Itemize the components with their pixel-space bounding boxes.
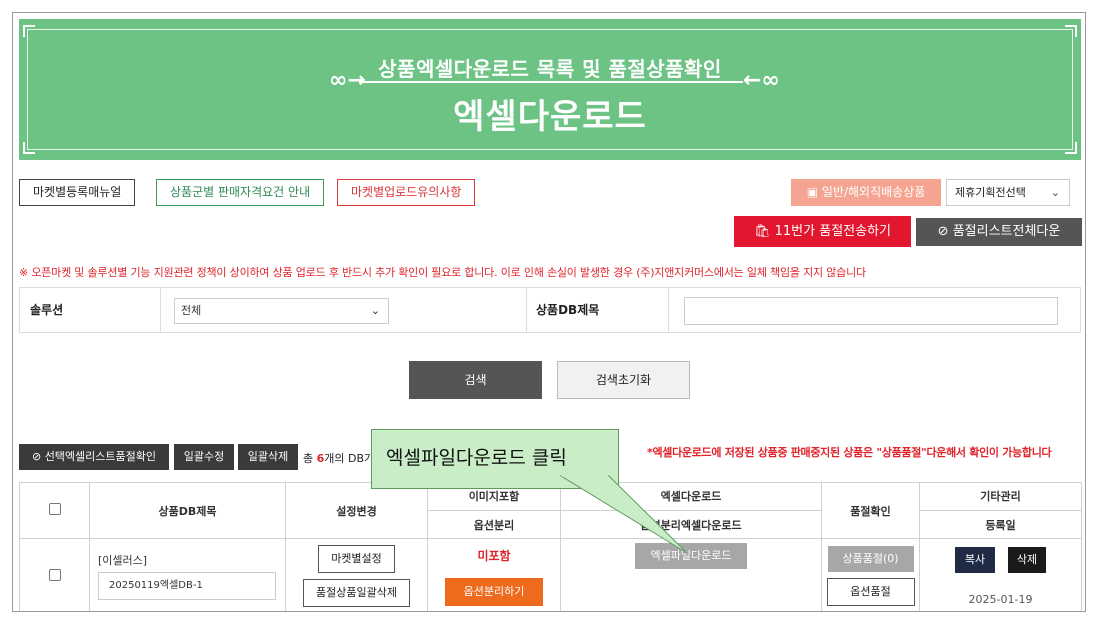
db-brand: [이셀러스] — [98, 554, 148, 568]
etc-cell: 복사 삭제 2025-01-19 — [919, 538, 1082, 611]
market-manual-button[interactable]: 마켓별등록매뉴얼 — [19, 179, 136, 206]
soldout-check-header: 품절확인 — [821, 481, 920, 540]
db-title-cell: [이셀러스] 20250119엑셀DB-1 — [89, 538, 286, 611]
partner-select-value: 제휴기획전선택 — [955, 186, 1026, 199]
option-split-button[interactable]: 옵션분리하기 — [445, 577, 543, 606]
corner-ornament — [23, 25, 35, 37]
partner-select[interactable]: 제휴기획전선택 ⌄ — [946, 179, 1070, 206]
soldout-note: *엑셀다운로드에 저장된 상품중 판매중지된 상품은 "상품품절"다운해서 확인… — [647, 446, 1052, 459]
soldout-check-cell: 상품품절(0) 옵션품절 — [821, 538, 920, 611]
image-status: 미포함 — [477, 548, 511, 563]
chevron-down-icon: ⌄ — [370, 304, 380, 317]
soldout-list-all-label: 품절리스트전체다운 — [952, 224, 1061, 239]
select-all-checkbox[interactable] — [48, 503, 61, 516]
solution-select-value: 전체 — [181, 304, 202, 317]
bulk-delete-button[interactable]: 일괄삭제 — [238, 444, 298, 470]
page-frame: 상품엑셀다운로드 목록 및 품절상품확인 ∞→ ←∞ 엑셀다운로드 마켓별등록매… — [12, 12, 1086, 612]
search-form: 솔루션 전체 ⌄ 상품DB제목 — [19, 287, 1081, 333]
settings-cell: 마켓별설정 품절상품일괄삭제 — [285, 538, 428, 611]
db-title-header: 상품DB제목 — [89, 481, 286, 540]
list-icon: ▣ — [806, 185, 822, 199]
db-title-input[interactable] — [684, 297, 1058, 325]
delete-button[interactable]: 삭제 — [1008, 546, 1046, 573]
option-split-header: 옵션분리 — [427, 509, 561, 540]
policy-notice: ※ 오픈마켓 및 솔루션별 기능 지원관련 정책이 상이하여 상품 업로드 후 … — [19, 266, 866, 279]
count-prefix: 총 — [303, 452, 317, 465]
general-overseas-label: 일반/해외직배송상품 — [821, 185, 926, 199]
reg-date: 2025-01-19 — [968, 592, 1033, 606]
market-setting-button[interactable]: 마켓별설정 — [318, 545, 395, 574]
corner-ornament — [1065, 25, 1077, 37]
header-banner: 상품엑셀다운로드 목록 및 품절상품확인 ∞→ ←∞ 엑셀다운로드 — [19, 19, 1081, 160]
db-name-input[interactable]: 20250119엑셀DB-1 — [98, 572, 276, 601]
image-option-cell: 미포함 옵션분리하기 — [427, 538, 561, 611]
row-select-cell — [19, 538, 90, 611]
instruction-callout: 엑셀파일다운로드 클릭 — [371, 429, 619, 489]
general-overseas-button[interactable]: ▣ 일반/해외직배송상품 — [791, 179, 941, 206]
excel-download-cell: 엑셀파일다운로드 — [560, 538, 822, 611]
send-11st-soldout-button[interactable]: 🛍 11번가 품절전송하기 — [734, 216, 911, 247]
select-all-cell — [19, 481, 90, 540]
corner-ornament — [23, 142, 35, 154]
bag-icon: 🛍 — [754, 224, 775, 239]
solution-label: 솔루션 — [20, 288, 160, 332]
solution-select[interactable]: 전체 ⌄ — [174, 298, 389, 324]
corner-ornament — [1065, 142, 1077, 154]
option-split-excel-header: 옵션분리엑셀다운로드 — [560, 509, 822, 540]
upload-notice-button[interactable]: 마켓별업로드유의사항 — [337, 179, 476, 206]
divider — [160, 288, 161, 332]
row-checkbox[interactable] — [48, 568, 61, 581]
bulk-edit-button[interactable]: 일괄수정 — [174, 444, 234, 470]
soldout-list-all-button[interactable]: ⊘ 품절리스트전체다운 — [916, 218, 1082, 246]
excel-file-download-button[interactable]: 엑셀파일다운로드 — [635, 543, 747, 570]
divider — [668, 288, 669, 332]
copy-button[interactable]: 복사 — [955, 546, 995, 573]
table-row: [이셀러스] 20250119엑셀DB-1 마켓별설정 품절상품일괄삭제 미포함… — [19, 538, 1082, 611]
check-circle-icon: ⊘ — [31, 450, 45, 463]
excel-db-table: 상품DB제목 설정변경 이미지포함 엑셀다운로드 품절확인 기타관리 옵션분리 … — [19, 481, 1082, 611]
reset-search-button[interactable]: 검색초기화 — [557, 361, 690, 399]
count-suffix: 개의 DB가 — [324, 452, 375, 465]
check-selected-label: 선택엑셀리스트품절확인 — [44, 450, 157, 463]
product-soldout-button[interactable]: 상품품절(0) — [827, 546, 914, 573]
check-circle-icon: ⊘ — [937, 224, 953, 239]
db-count-text: 총 6개의 DB가 — [303, 450, 374, 466]
option-soldout-button[interactable]: 옵션품절 — [826, 578, 915, 607]
chevron-down-icon: ⌄ — [1050, 186, 1060, 199]
banner-divider — [359, 81, 743, 83]
db-title-label: 상품DB제목 — [536, 303, 600, 317]
check-selected-soldout-button[interactable]: ⊘ 선택엑셀리스트품절확인 — [19, 444, 169, 470]
banner-subtitle: 상품엑셀다운로드 목록 및 품절상품확인 — [378, 57, 722, 81]
etc-header: 기타관리 — [919, 482, 1082, 511]
reg-date-header: 등록일 — [919, 509, 1082, 540]
search-button[interactable]: 검색 — [409, 361, 542, 399]
soldout-bulk-delete-button[interactable]: 품절상품일괄삭제 — [303, 579, 410, 608]
settings-header: 설정변경 — [285, 481, 428, 540]
group-guide-button[interactable]: 상품군별 판매자격요건 안내 — [156, 179, 325, 206]
send-11st-label: 11번가 품절전송하기 — [774, 224, 891, 239]
banner-title: 엑셀다운로드 — [453, 97, 647, 137]
